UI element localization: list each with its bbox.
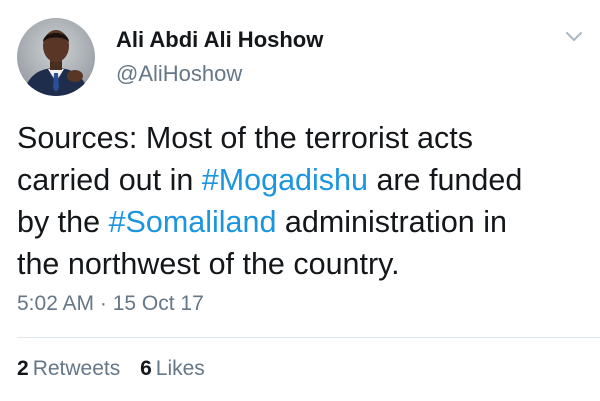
tweet-text: Sources: Most of the terrorist acts carr… [17, 117, 587, 285]
tweet-text-segment: administration in [276, 205, 507, 239]
tweet-timestamp[interactable]: 5:02 AM · 15 Oct 17 [17, 292, 204, 316]
retweets-label: Retweets [32, 357, 121, 380]
likes-count: 6 [140, 357, 152, 380]
chevron-down-icon[interactable] [565, 30, 583, 44]
author-handle[interactable]: @AliHoshow [116, 61, 242, 87]
likes-stat[interactable]: 6 Likes [140, 357, 205, 381]
likes-label: Likes [155, 357, 205, 380]
engagement-stats: 2 Retweets 6 Likes [17, 357, 219, 381]
tweet-text-segment: by the [17, 205, 109, 239]
hashtag-somaliland-link[interactable]: #Somaliland [109, 205, 277, 239]
tweet-text-segment: are funded [367, 163, 523, 197]
tweet-line: carried out in #Mogadishu are funded [17, 159, 587, 201]
avatar[interactable] [17, 18, 95, 96]
tweet-line: the northwest of the country. [17, 243, 587, 285]
retweets-stat[interactable]: 2 Retweets [17, 357, 120, 381]
tweet-text-segment: Sources: Most of the terrorist acts [17, 121, 473, 155]
tweet-card: Ali Abdi Ali Hoshow @AliHoshow Sources: … [0, 0, 600, 401]
tweet-text-segment: the northwest of the country. [17, 247, 400, 281]
tweet-text-segment: carried out in [17, 163, 202, 197]
retweets-count: 2 [17, 357, 29, 380]
profile-photo-icon [17, 18, 95, 96]
author-display-name[interactable]: Ali Abdi Ali Hoshow [116, 27, 323, 53]
tweet-line: Sources: Most of the terrorist acts [17, 117, 587, 159]
divider [17, 337, 600, 338]
tweet-line: by the #Somaliland administration in [17, 201, 587, 243]
hashtag-mogadishu-link[interactable]: #Mogadishu [202, 163, 368, 197]
